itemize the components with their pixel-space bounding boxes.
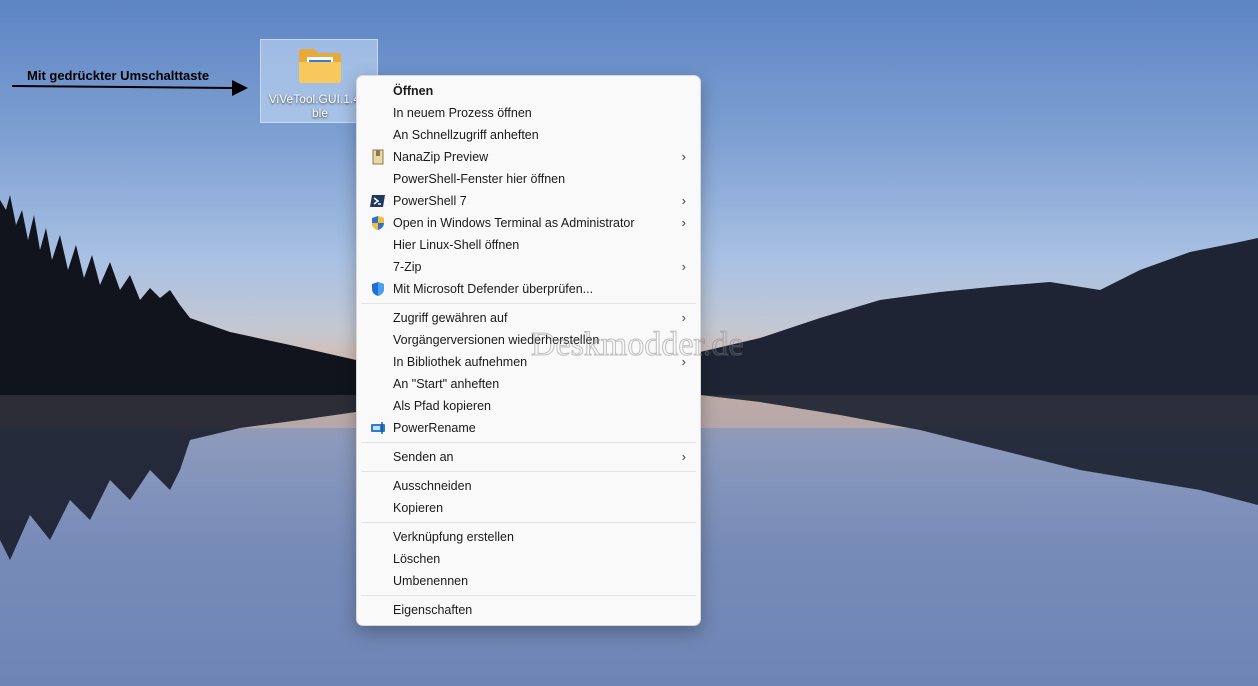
- menu-separator: [361, 303, 696, 304]
- menu-item-offnen[interactable]: Öffnen: [361, 80, 696, 102]
- menu-item-label: Ausschneiden: [393, 479, 472, 493]
- menu-separator: [361, 442, 696, 443]
- menu-separator: [361, 471, 696, 472]
- menu-item-als-pfad-kopieren[interactable]: Als Pfad kopieren: [361, 395, 696, 417]
- menu-item-kopieren[interactable]: Kopieren: [361, 497, 696, 519]
- menu-item-label: Senden an: [393, 450, 454, 464]
- menu-item-label: Open in Windows Terminal as Administrato…: [393, 216, 635, 230]
- powerrename-icon: [370, 420, 386, 436]
- folder-icon: [299, 49, 341, 83]
- menu-item-label: PowerShell-Fenster hier öffnen: [393, 172, 566, 186]
- menu-item-powershell-7[interactable]: PowerShell 7 ›: [361, 190, 696, 212]
- chevron-right-icon: ›: [681, 259, 686, 274]
- nanazip-icon: [370, 149, 386, 165]
- menu-item-label: An "Start" anheften: [393, 377, 500, 391]
- chevron-right-icon: ›: [681, 215, 686, 230]
- menu-item-powerrename[interactable]: PowerRename: [361, 417, 696, 439]
- menu-item-label: Zugriff gewähren auf: [393, 311, 508, 325]
- watermark: Deskmodder.de: [530, 326, 744, 364]
- menu-separator: [361, 595, 696, 596]
- chevron-right-icon: ›: [681, 149, 686, 164]
- menu-item-loschen[interactable]: Löschen: [361, 548, 696, 570]
- menu-item-label: PowerRename: [393, 421, 476, 435]
- menu-item-powershell-fenster-hier-offnen[interactable]: PowerShell-Fenster hier öffnen: [361, 168, 696, 190]
- menu-item-label: Löschen: [393, 552, 441, 566]
- menu-item-label: Verknüpfung erstellen: [393, 530, 514, 544]
- menu-item-label: Öffnen: [393, 84, 434, 98]
- menu-item-mit-microsoft-defender-uberprufen[interactable]: Mit Microsoft Defender überprüfen...: [361, 278, 696, 300]
- menu-item-hier-linux-shell-offnen[interactable]: Hier Linux-Shell öffnen: [361, 234, 696, 256]
- chevron-right-icon: ›: [681, 449, 686, 464]
- menu-item-nanazip-preview[interactable]: NanaZip Preview ›: [361, 146, 696, 168]
- menu-separator: [361, 522, 696, 523]
- menu-item-verknupfung-erstellen[interactable]: Verknüpfung erstellen: [361, 526, 696, 548]
- chevron-right-icon: ›: [681, 193, 686, 208]
- menu-item-label: 7-Zip: [393, 260, 422, 274]
- menu-item-ausschneiden[interactable]: Ausschneiden: [361, 475, 696, 497]
- menu-item-senden-an[interactable]: Senden an ›: [361, 446, 696, 468]
- menu-item-an-schnellzugriff-anheften[interactable]: An Schnellzugriff anheften: [361, 124, 696, 146]
- menu-item-label: In Bibliothek aufnehmen: [393, 355, 528, 369]
- menu-item-label: Kopieren: [393, 501, 444, 515]
- annotation-arrow: [11, 80, 248, 96]
- menu-item-an-start-anheften[interactable]: An "Start" anheften: [361, 373, 696, 395]
- menu-item-label: Eigenschaften: [393, 603, 473, 617]
- menu-item-label: Mit Microsoft Defender überprüfen...: [393, 282, 594, 296]
- menu-item-label: PowerShell 7: [393, 194, 467, 208]
- uac-shield-icon: [370, 215, 386, 231]
- defender-shield-icon: [370, 281, 386, 297]
- menu-item-label: An Schnellzugriff anheften: [393, 128, 539, 142]
- menu-item-label: NanaZip Preview: [393, 150, 489, 164]
- menu-item-open-in-windows-terminal-as-administrator[interactable]: Open in Windows Terminal as Administrato…: [361, 212, 696, 234]
- menu-item-label: In neuem Prozess öffnen: [393, 106, 532, 120]
- menu-item-in-neuem-prozess-offnen[interactable]: In neuem Prozess öffnen: [361, 102, 696, 124]
- menu-item-label: Als Pfad kopieren: [393, 399, 491, 413]
- menu-item-umbenennen[interactable]: Umbenennen: [361, 570, 696, 592]
- powershell-icon: [370, 193, 386, 209]
- menu-item-7-zip[interactable]: 7-Zip ›: [361, 256, 696, 278]
- menu-item-label: Hier Linux-Shell öffnen: [393, 238, 520, 252]
- menu-item-eigenschaften[interactable]: Eigenschaften: [361, 599, 696, 621]
- chevron-right-icon: ›: [681, 310, 686, 325]
- menu-item-label: Umbenennen: [393, 574, 469, 588]
